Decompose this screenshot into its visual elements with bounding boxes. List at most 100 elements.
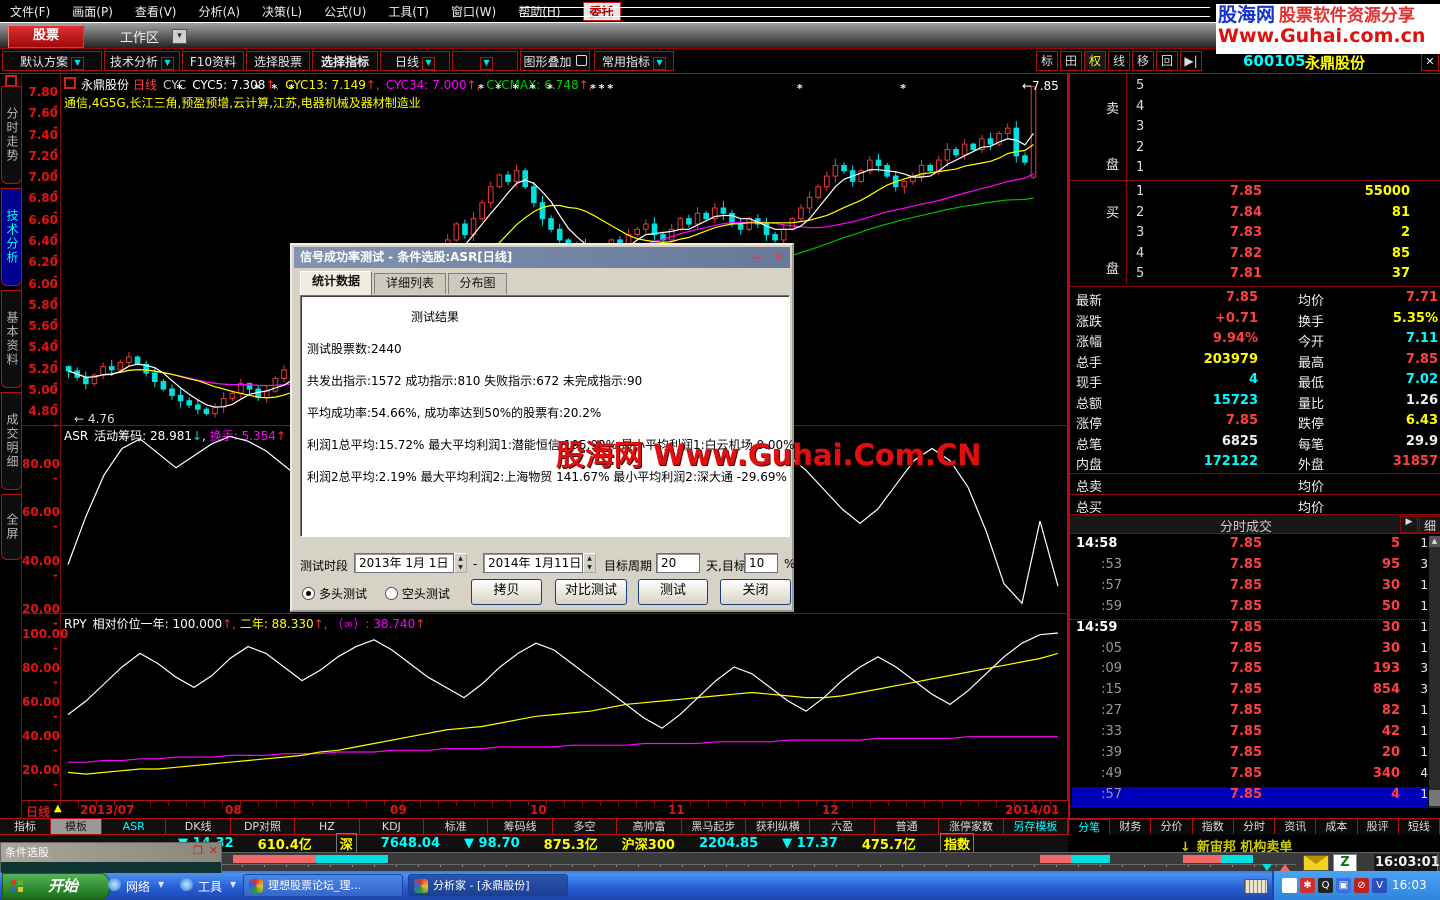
indicator-tab-六盈[interactable]: 六盈: [810, 819, 874, 834]
toolbar-mini-线[interactable]: 线: [1108, 51, 1130, 71]
dialog-button-测试[interactable]: 测试: [638, 579, 708, 605]
stock-button[interactable]: 股票: [8, 25, 84, 48]
restore-icon[interactable]: ❐: [193, 844, 203, 857]
toolbar-mini-标[interactable]: 标: [1036, 51, 1058, 71]
tick-scrollbar[interactable]: [1429, 536, 1440, 808]
tick-row[interactable]: :277.85821: [1072, 703, 1428, 724]
dropdown-icon[interactable]: ▼: [161, 57, 174, 70]
radio-long[interactable]: [302, 587, 315, 600]
menu-item-1[interactable]: 画面(P): [72, 3, 113, 20]
tick-row[interactable]: :577.85301: [1072, 578, 1428, 599]
toolbar-seg-F10资料[interactable]: F10资料: [182, 51, 244, 71]
tick-row[interactable]: :537.85953: [1072, 557, 1428, 578]
sidebar-tab-4[interactable]: 全屏: [1, 494, 22, 560]
workspace-dropdown-icon[interactable]: ▾: [172, 29, 187, 44]
dialog-button-关闭[interactable]: 关闭: [720, 579, 791, 605]
dialog-tab-2[interactable]: 分布图: [448, 273, 507, 294]
task-button-1[interactable]: 分析家 - [永鼎股份]: [408, 874, 568, 897]
menu-item-5[interactable]: 公式(U): [324, 3, 366, 20]
tray-icon-5[interactable]: V: [1372, 878, 1387, 893]
tick-row[interactable]: :577.8541: [1072, 787, 1428, 808]
dropdown-icon[interactable]: ▼: [653, 57, 666, 70]
mail-icon[interactable]: [1303, 855, 1329, 871]
indicator-side-tab-模板[interactable]: 模板: [51, 819, 102, 834]
dialog-tab-0[interactable]: 统计数据: [300, 271, 372, 295]
indicator-tab-另存模板[interactable]: 另存模板: [1004, 819, 1068, 834]
tray-icon-0[interactable]: ➚: [1282, 878, 1297, 893]
quicklaunch-工具[interactable]: 工具: [198, 878, 222, 895]
tray-icon-4[interactable]: ⊘: [1354, 878, 1369, 893]
profit-input[interactable]: 10: [744, 553, 778, 573]
menu-item-6[interactable]: 工具(T): [388, 3, 429, 20]
tray-icon-1[interactable]: ✱: [1300, 878, 1315, 893]
indicator-tab-普通[interactable]: 普通: [875, 819, 939, 834]
tick-row[interactable]: 14:587.8551: [1072, 536, 1428, 557]
indicator-tab-筹码线[interactable]: 筹码线: [488, 819, 552, 834]
sidebar-tab-0[interactable]: 分时走势: [1, 86, 22, 184]
toolbar-seg-blank[interactable]: ▼: [452, 51, 518, 71]
close-icon[interactable]: ✕: [774, 247, 784, 267]
indicator-side-tab-指标[interactable]: 指标: [0, 819, 51, 834]
toolbar-seg-选择股票[interactable]: 选择股票: [246, 51, 310, 71]
menu-item-2[interactable]: 查看(V): [135, 3, 177, 20]
quote-tab-财务[interactable]: 财务: [1110, 819, 1151, 834]
dropdown-icon[interactable]: ▼: [71, 57, 84, 70]
quote-tab-分价[interactable]: 分价: [1151, 819, 1192, 834]
sidebar-tab-3[interactable]: 成交明细: [1, 392, 22, 490]
indicator-tab-DP对照[interactable]: DP对照: [231, 819, 295, 834]
toolbar-mini-移[interactable]: 移: [1132, 51, 1154, 71]
toolbar-seg-日线[interactable]: 日线▼: [380, 51, 450, 71]
quote-tab-短线[interactable]: 短线: [1399, 819, 1440, 834]
tick-row[interactable]: :157.858543: [1072, 682, 1428, 703]
quicklaunch-icon[interactable]: [180, 878, 193, 891]
indicator-tab-高帅富[interactable]: 高帅富: [617, 819, 681, 834]
menu-item-0[interactable]: 文件(F): [10, 3, 50, 20]
indicator-tab-获利纵横[interactable]: 获利纵横: [746, 819, 810, 834]
tick-row[interactable]: :337.85421: [1072, 724, 1428, 745]
menu-item-4[interactable]: 决策(L): [262, 3, 302, 20]
indicator-tab-黑马起步[interactable]: 黑马起步: [682, 819, 746, 834]
chevron-down-icon[interactable]: ▼: [230, 880, 236, 889]
tick-row[interactable]: :397.85201: [1072, 745, 1428, 766]
indicator-tab-标准[interactable]: 标准: [424, 819, 488, 834]
quicklaunch-网络[interactable]: 网络: [126, 878, 150, 895]
start-button[interactable]: 开始: [2, 873, 110, 900]
indicator-tab-多空[interactable]: 多空: [553, 819, 617, 834]
indicator-tab-KDJ[interactable]: KDJ: [360, 819, 424, 834]
tick-row[interactable]: :097.851933: [1072, 661, 1428, 682]
mini-window-title-bar[interactable]: 条件选股 ❐ ✕: [1, 843, 221, 862]
tick-detail-button[interactable]: 细: [1419, 516, 1440, 533]
menu-item-3[interactable]: 分析(A): [198, 3, 240, 20]
sidebar-tab-2[interactable]: 基本资料: [1, 290, 22, 388]
toolbar-seg-技术分析[interactable]: 技术分析▼: [104, 51, 180, 71]
quote-tab-指数[interactable]: 指数: [1193, 819, 1234, 834]
date-to-spinner[interactable]: ▲▼: [583, 553, 596, 573]
dialog-title-bar[interactable]: 信号成功率测试 - 条件选股:ASR[日线] — ✕: [294, 247, 790, 268]
sidebar-tab-1[interactable]: 技术分析: [1, 188, 22, 286]
toolbar-seg-选择指标[interactable]: 选择指标: [312, 51, 378, 71]
toolbar-mini-权[interactable]: 权: [1084, 51, 1106, 71]
date-from-spinner[interactable]: ▲▼: [454, 553, 467, 573]
radio-short[interactable]: [385, 587, 398, 600]
chevron-down-icon[interactable]: ▼: [158, 880, 164, 889]
quote-tab-分时[interactable]: 分时: [1234, 819, 1275, 834]
tick-row[interactable]: :497.853404: [1072, 766, 1428, 787]
dialog-button-拷贝[interactable]: 拷贝: [471, 579, 542, 605]
dialog-button-对比测试[interactable]: 对比测试: [555, 579, 627, 605]
dropdown-icon[interactable]: ▼: [422, 57, 435, 70]
date-to-input[interactable]: 2014年 1月11日: [483, 553, 583, 573]
scroll-thumb[interactable]: [1429, 790, 1440, 806]
quote-tab-资讯[interactable]: 资讯: [1275, 819, 1316, 834]
toolbar-mini-▶|[interactable]: ▶|: [1180, 51, 1202, 71]
indicator-tab-涨停家数[interactable]: 涨停家数: [939, 819, 1003, 834]
indicator-tab-DK线[interactable]: DK线: [166, 819, 230, 834]
tray-icon-2[interactable]: Q: [1318, 878, 1333, 893]
period-input[interactable]: 20: [656, 553, 700, 573]
quicklaunch-icon[interactable]: [108, 878, 121, 891]
minimize-icon[interactable]: —: [752, 247, 764, 267]
indicator-tab-ASR[interactable]: ASR: [102, 819, 166, 834]
tick-row[interactable]: :057.85301: [1072, 641, 1428, 662]
scroll-up-icon[interactable]: ▲: [1429, 536, 1440, 547]
stock-filter-mini-window[interactable]: 条件选股 ❐ ✕: [0, 842, 222, 872]
toolbar-mini-回[interactable]: 回: [1156, 51, 1178, 71]
